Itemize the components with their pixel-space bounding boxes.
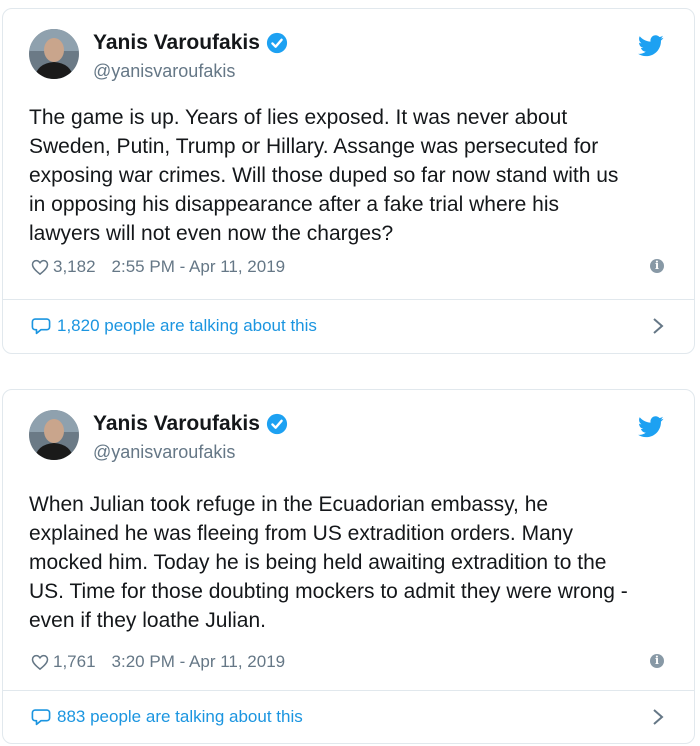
talking-text: 883 people are talking about this (57, 707, 303, 726)
avatar[interactable] (29, 410, 79, 460)
verified-badge-icon (266, 32, 288, 54)
heart-icon[interactable] (31, 258, 49, 276)
tweet-meta: 1,761 3:20 PM - Apr 11, 2019 i (31, 652, 664, 672)
tweet-text: The game is up. Years of lies exposed. I… (29, 103, 674, 248)
tweet-meta: 3,182 2:55 PM - Apr 11, 2019 i (31, 257, 664, 277)
twitter-bird-icon[interactable] (638, 416, 664, 438)
author-handle[interactable]: @yanisvaroufakis (93, 61, 235, 82)
tweet-card[interactable]: Yanis Varoufakis @yanisvaroufakis The ga… (2, 8, 695, 354)
tweet-text-line: The game is up. Years of lies exposed. I… (29, 106, 568, 129)
heart-icon[interactable] (31, 653, 49, 671)
author-name[interactable]: Yanis Varoufakis (93, 412, 260, 436)
tweet-text-line: explained he was fleeing from US extradi… (29, 522, 573, 545)
chevron-right-icon[interactable] (652, 708, 664, 726)
tweet-text: When Julian took refuge in the Ecuadoria… (29, 490, 674, 635)
comment-bubble-icon (31, 318, 51, 335)
tweet-text-line: US. Time for those doubting mockers to a… (29, 580, 628, 603)
avatar[interactable] (29, 29, 79, 79)
comment-bubble-icon (31, 709, 51, 726)
tweet-text-line: mocked him. Today he is being held await… (29, 551, 607, 574)
author-row: Yanis Varoufakis (93, 31, 288, 55)
author-row: Yanis Varoufakis (93, 412, 288, 436)
tweet-text-line: even if they loathe Julian. (29, 609, 266, 632)
chevron-right-icon[interactable] (652, 317, 664, 335)
tweet-text-line: exposing war crimes. Will those duped so… (29, 164, 619, 187)
tweet-header: Yanis Varoufakis @yanisvaroufakis (3, 390, 694, 470)
tweet-text-line: in opposing his disappearance after a fa… (29, 193, 559, 216)
timestamp[interactable]: 2:55 PM - Apr 11, 2019 (112, 257, 286, 277)
tweet-header: Yanis Varoufakis @yanisvaroufakis (3, 9, 694, 89)
tweet-text-line: When Julian took refuge in the Ecuadoria… (29, 493, 549, 516)
tweet-text-line: lawyers will not even now the charges? (29, 222, 394, 245)
talking-link[interactable]: 883 people are talking about this (31, 707, 664, 727)
author-name[interactable]: Yanis Varoufakis (93, 31, 260, 55)
talking-link[interactable]: 1,820 people are talking about this (31, 316, 664, 336)
verified-badge-icon (266, 413, 288, 435)
divider (3, 299, 694, 300)
tweet-text-line: Sweden, Putin, Trump or Hillary. Assange… (29, 135, 599, 158)
info-icon[interactable]: i (650, 259, 664, 273)
like-count[interactable]: 1,761 (53, 652, 96, 672)
like-count[interactable]: 3,182 (53, 257, 96, 277)
timestamp[interactable]: 3:20 PM - Apr 11, 2019 (112, 652, 286, 672)
divider (3, 690, 694, 691)
twitter-bird-icon[interactable] (638, 35, 664, 57)
info-icon[interactable]: i (650, 654, 664, 668)
author-handle[interactable]: @yanisvaroufakis (93, 442, 235, 463)
talking-text: 1,820 people are talking about this (57, 316, 317, 335)
tweet-card[interactable]: Yanis Varoufakis @yanisvaroufakis When J… (2, 389, 695, 744)
